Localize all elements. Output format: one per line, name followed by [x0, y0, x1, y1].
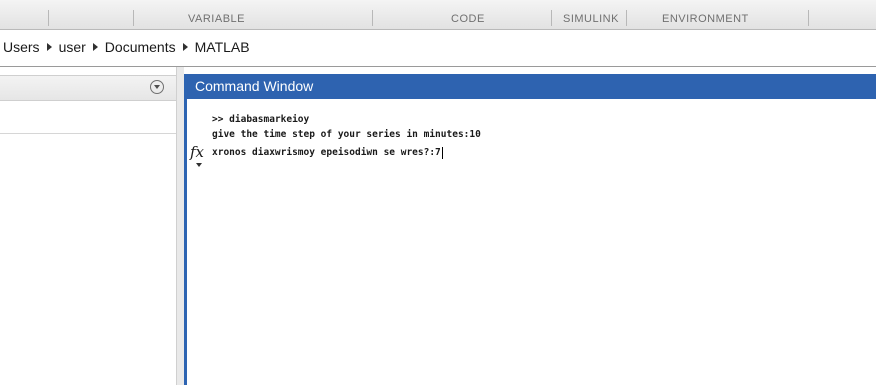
breadcrumb-matlab[interactable]: MATLAB [195, 39, 250, 55]
command-input-text: xronos diaxwrismoy epeisodiwn se wres?:7 [212, 147, 441, 158]
breadcrumb-arrow-icon[interactable] [182, 43, 188, 51]
ribbon-tab-environment[interactable]: ENVIRONMENT [662, 13, 749, 25]
ribbon-tab-code[interactable]: CODE [451, 13, 485, 25]
ribbon-tab-variable[interactable]: VARIABLE [188, 13, 245, 25]
panel-actions-menu-icon[interactable] [150, 80, 164, 94]
ribbon-strip: VARIABLE CODE SIMULINK ENVIRONMENT [0, 0, 876, 30]
text-cursor [441, 146, 443, 159]
function-browser-fx-icon[interactable]: fx [190, 144, 204, 168]
ribbon-separator [48, 10, 49, 26]
breadcrumb-arrow-icon[interactable] [46, 43, 52, 51]
ribbon-separator [372, 10, 373, 26]
ribbon-separator [133, 10, 134, 26]
panel-splitter[interactable] [176, 67, 184, 385]
ribbon-tab-simulink[interactable]: SIMULINK [563, 13, 619, 25]
breadcrumb-user[interactable]: user [59, 39, 86, 55]
command-line-prompt: >> diabasmarkeioy [212, 114, 310, 125]
breadcrumb: Users user Documents MATLAB [3, 39, 250, 55]
breadcrumb-documents[interactable]: Documents [105, 39, 176, 55]
ribbon-separator [551, 10, 552, 26]
command-window-title[interactable]: Command Window [187, 74, 876, 99]
panel-column-header-row[interactable] [0, 101, 176, 134]
breadcrumb-users[interactable]: Users [3, 39, 40, 55]
current-folder-panel [0, 67, 176, 385]
panel-header [0, 75, 176, 101]
command-line-input[interactable]: xronos diaxwrismoy epeisodiwn se wres?:7 [212, 146, 443, 160]
breadcrumb-arrow-icon[interactable] [92, 43, 98, 51]
address-bar: Users user Documents MATLAB [0, 30, 876, 67]
command-window: Command Window >> diabasmarkeioy give th… [184, 74, 876, 385]
ribbon-separator [808, 10, 809, 26]
ribbon-separator [626, 10, 627, 26]
command-window-body[interactable]: >> diabasmarkeioy give the time step of … [187, 99, 876, 385]
command-line-output: give the time step of your series in min… [212, 129, 481, 140]
